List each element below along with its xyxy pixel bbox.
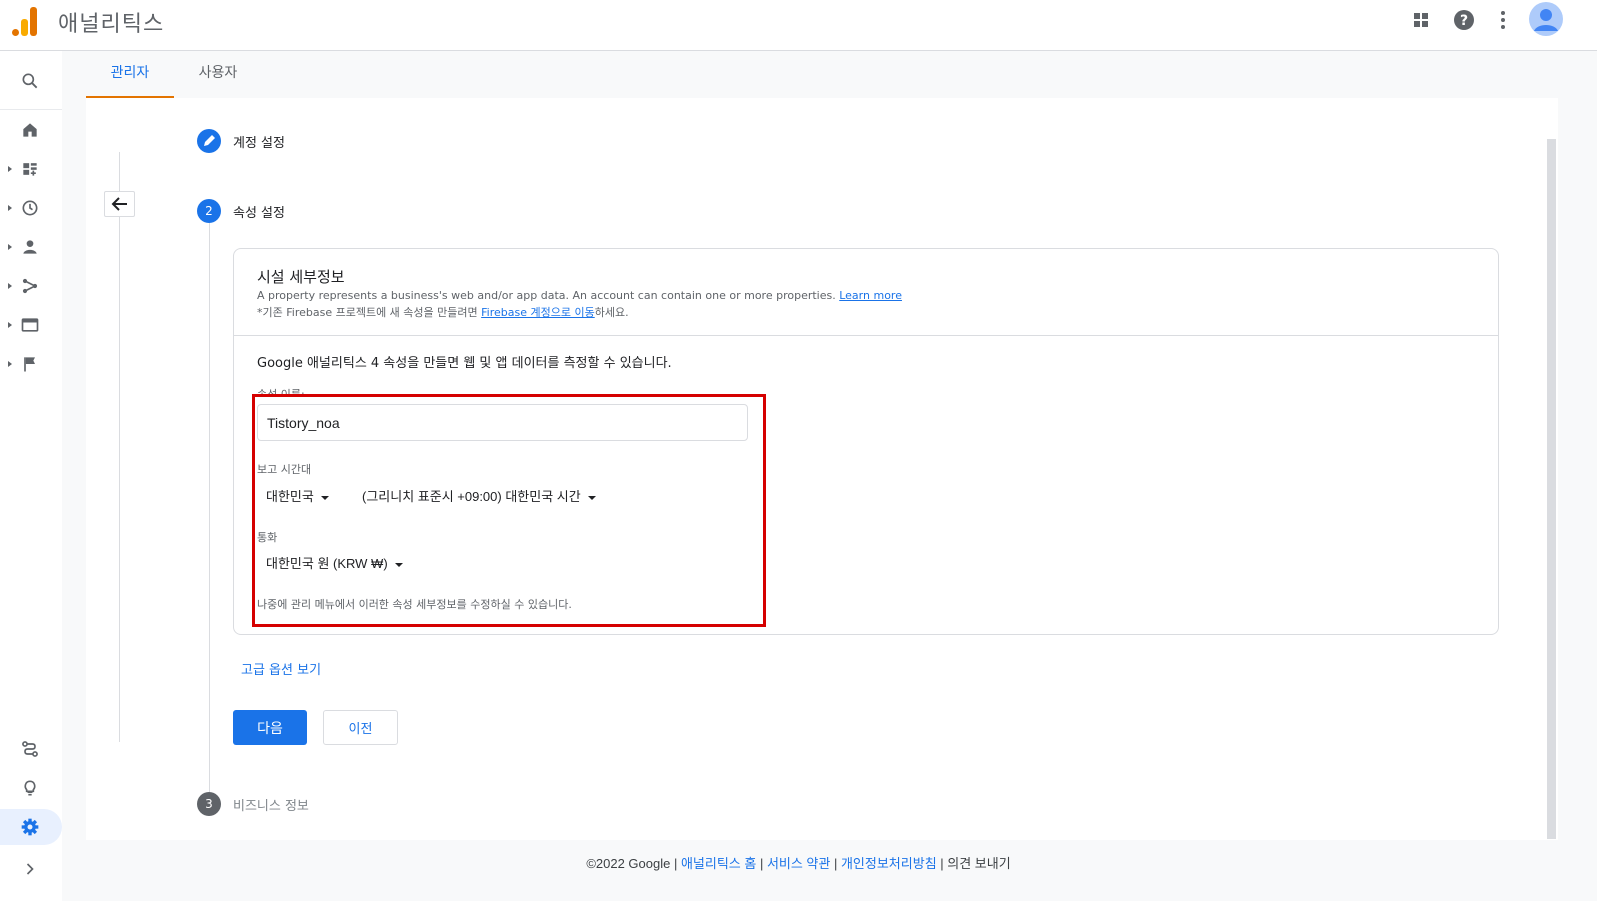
apps-grid-icon[interactable] xyxy=(1409,8,1433,32)
behavior-icon[interactable] xyxy=(0,307,62,343)
footer-privacy-link[interactable]: 개인정보처리방침 xyxy=(841,856,937,871)
arrow-back-icon xyxy=(111,197,127,211)
left-nav xyxy=(0,51,62,901)
property-name-label: 속성 이름: xyxy=(257,386,305,394)
step-3-number: 3 xyxy=(197,792,221,816)
next-button[interactable]: 다음 xyxy=(233,710,307,745)
firebase-link[interactable]: Firebase 계정으로 이동 xyxy=(481,306,595,319)
conversions-flag-icon[interactable] xyxy=(0,346,62,382)
advanced-options-link[interactable]: 고급 옵션 보기 xyxy=(241,659,321,678)
svg-text:?: ? xyxy=(1460,13,1468,29)
acquisition-icon[interactable] xyxy=(0,268,62,304)
footer-home-link[interactable]: 애널리틱스 홈 xyxy=(681,856,756,871)
home-icon[interactable] xyxy=(0,112,62,148)
tab-admin[interactable]: 관리자 xyxy=(86,51,174,98)
search-icon[interactable] xyxy=(0,63,62,99)
card-description: A property represents a business's web a… xyxy=(257,289,902,302)
highlight-box xyxy=(252,394,766,627)
learn-more-link[interactable]: Learn more xyxy=(839,289,902,302)
tab-user[interactable]: 사용자 xyxy=(174,51,262,98)
edit-pencil-icon xyxy=(204,135,215,146)
scrollbar[interactable] xyxy=(1547,139,1556,839)
admin-tabs: 관리자 사용자 xyxy=(86,51,1558,98)
help-icon[interactable]: ? xyxy=(1452,8,1476,32)
step-2-label: 속성 설정 xyxy=(233,206,285,221)
app-title[interactable]: 애널리틱스 xyxy=(58,6,164,38)
attribution-icon[interactable] xyxy=(0,731,62,767)
step-3-label: 비즈니스 정보 xyxy=(233,799,309,814)
footer-copyright: ©2022 Google xyxy=(586,856,671,871)
insights-lightbulb-icon[interactable] xyxy=(0,770,62,806)
card-title: 시설 세부정보 xyxy=(257,268,345,286)
audience-person-icon[interactable] xyxy=(0,229,62,265)
step-2-number: 2 xyxy=(197,199,221,223)
avatar-icon[interactable] xyxy=(1529,2,1563,36)
dashboard-icon[interactable] xyxy=(0,151,62,187)
prev-button[interactable]: 이전 xyxy=(323,710,398,745)
stepper-line xyxy=(209,222,210,792)
footer-feedback-link[interactable]: 의견 보내기 xyxy=(947,856,1010,871)
step-1-label[interactable]: 계정 설정 xyxy=(233,132,285,151)
footer: ©2022 Google | 애널리틱스 홈 | 서비스 약관 | 개인정보처리… xyxy=(586,856,1011,871)
panel-divider xyxy=(119,152,120,742)
nav-divider xyxy=(0,109,62,110)
back-button[interactable] xyxy=(104,191,135,217)
step-1-done-icon xyxy=(197,129,221,153)
more-vert-icon[interactable] xyxy=(1491,8,1515,32)
footer-terms-link[interactable]: 서비스 약관 xyxy=(767,856,830,871)
card-intro: Google 애널리틱스 4 속성을 만들면 웹 및 앱 데이터를 측정할 수 … xyxy=(257,356,672,371)
card-header: 시설 세부정보 A property represents a business… xyxy=(234,249,1498,336)
realtime-clock-icon[interactable] xyxy=(0,190,62,226)
firebase-note: *기존 Firebase 프로젝트에 새 속성을 만들려면 Firebase 계… xyxy=(257,306,629,319)
analytics-logo-icon[interactable] xyxy=(12,6,40,36)
admin-gear-icon[interactable] xyxy=(0,809,62,845)
top-bar: 애널리틱스 ? xyxy=(0,0,1597,51)
